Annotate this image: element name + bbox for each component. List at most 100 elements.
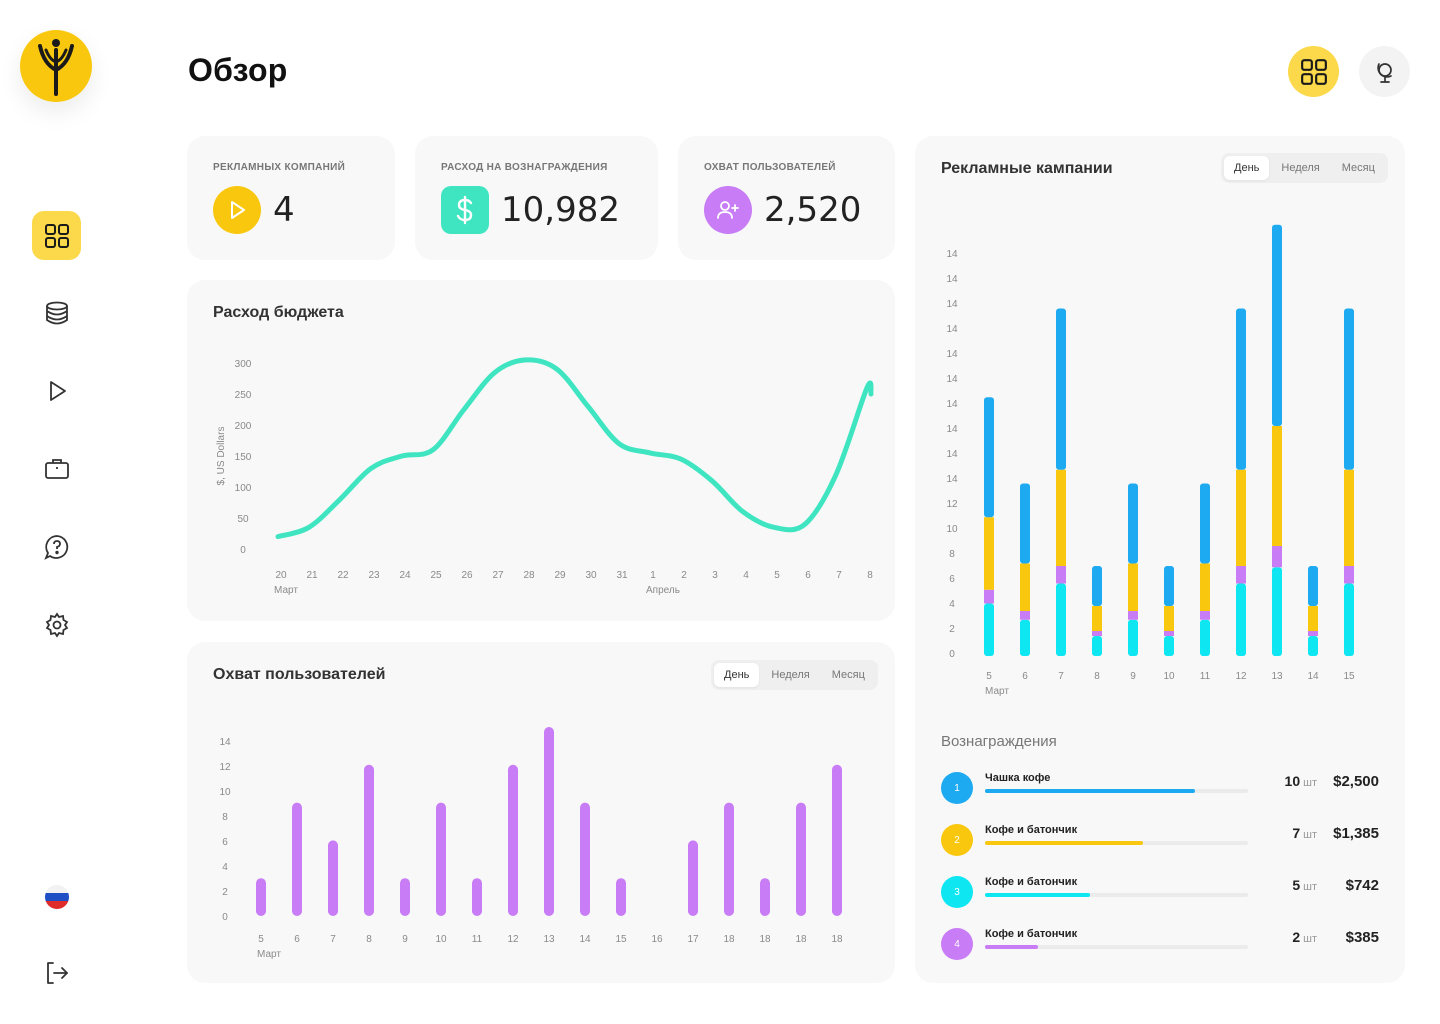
rank-badge: 3 <box>941 876 973 908</box>
reach-bar <box>796 802 806 916</box>
month-label: Март <box>985 686 1009 697</box>
stat-value: 4 <box>273 190 295 230</box>
y-tick-label: 300 <box>235 359 252 370</box>
y-tick-label: 14 <box>946 299 958 310</box>
briefcase-icon <box>44 458 69 479</box>
reward-row[interactable]: 2 Кофе и батончик 7 шт $1,385 <box>941 824 1381 858</box>
stat-label: расход на вознаграждения <box>441 162 608 173</box>
campaign-bar-segment <box>1344 566 1354 584</box>
x-tick-label: 18 <box>723 934 735 945</box>
reach-chart-card: Охват пользователей День Неделя Месяц 14… <box>187 642 895 983</box>
month-label: Апрель <box>646 585 680 596</box>
x-tick-label: 29 <box>554 570 566 581</box>
reward-row[interactable]: 1 Чашка кофе 10 шт $2,500 <box>941 772 1381 806</box>
x-tick-label: 2 <box>681 570 687 581</box>
language-switch[interactable] <box>32 872 81 921</box>
campaign-bar-segment <box>1020 619 1030 656</box>
reward-progress-fill <box>985 893 1091 897</box>
y-tick-label: 4 <box>222 862 228 873</box>
campaign-bar-segment <box>1056 308 1066 470</box>
x-tick-label: 6 <box>805 570 811 581</box>
x-tick-label: 13 <box>543 934 555 945</box>
x-tick-label: 11 <box>472 934 483 945</box>
reward-qty: 5 шт <box>1292 877 1317 893</box>
budget-chart-card: Расход бюджета 300 250 200 150 100 50 0 $, US D… <box>187 280 895 621</box>
sidebar-item-overview[interactable] <box>32 211 81 260</box>
campaign-bar-segment <box>1128 611 1138 620</box>
campaign-bar-segment <box>1020 483 1030 564</box>
reward-price: $1,385 <box>1333 825 1379 842</box>
x-tick-label: 14 <box>1307 671 1319 682</box>
reach-bar <box>508 764 518 916</box>
x-tick-label: 26 <box>461 570 473 581</box>
globe-button[interactable] <box>1359 46 1410 97</box>
x-tick-label: 24 <box>399 570 411 581</box>
x-tick-label: 9 <box>1130 671 1136 682</box>
y-tick-label: 14 <box>946 374 958 385</box>
x-tick-label: 8 <box>366 934 372 945</box>
x-tick-label: 20 <box>275 570 287 581</box>
reward-row[interactable]: 3 Кофе и батончик 5 шт $742 <box>941 876 1381 910</box>
y-tick-label: 2 <box>222 887 228 898</box>
y-tick-label: 150 <box>235 452 252 463</box>
y-tick-label: 6 <box>949 574 955 585</box>
campaign-bar-segment <box>1308 631 1318 636</box>
y-tick-label: 14 <box>946 399 958 410</box>
x-tick-label: 7 <box>330 934 336 945</box>
reward-qty: 7 шт <box>1292 825 1317 841</box>
sidebar-item-campaigns[interactable] <box>32 366 81 415</box>
y-tick-label: 14 <box>219 737 231 748</box>
x-tick-label: 16 <box>651 934 663 945</box>
gear-icon <box>45 611 68 638</box>
x-tick-label: 31 <box>616 570 628 581</box>
reach-bar <box>760 878 770 916</box>
stat-card-rewards-spend: расход на вознаграждения 10,982 <box>415 136 658 260</box>
grid-icon <box>1300 58 1327 85</box>
rank-badge: 1 <box>941 772 973 804</box>
y-tick-label: 14 <box>946 274 958 285</box>
y-tick-label: 14 <box>946 349 958 360</box>
rank-badge: 2 <box>941 824 973 856</box>
campaign-bar-segment <box>1200 611 1210 620</box>
reward-progress-fill <box>985 789 1196 793</box>
reward-name: Чашка кофе <box>985 772 1051 784</box>
campaign-bar-segment <box>984 603 994 656</box>
russia-flag-icon <box>44 884 69 909</box>
y-tick-label: 250 <box>235 390 252 401</box>
campaign-bar-segment <box>1272 546 1282 568</box>
sidebar-item-support[interactable] <box>32 522 81 571</box>
tree-logo-icon <box>38 39 74 96</box>
sidebar-item-database[interactable] <box>32 288 81 337</box>
sidebar-item-portfolio[interactable] <box>32 444 81 493</box>
x-tick-label: 18 <box>759 934 771 945</box>
reward-qty: 10 шт <box>1284 773 1317 789</box>
dashboard-view-button[interactable] <box>1288 46 1339 97</box>
x-tick-label: 10 <box>1163 671 1175 682</box>
campaign-bar-segment <box>1344 308 1354 470</box>
campaign-bar-segment <box>1236 583 1246 656</box>
y-tick-label: 10 <box>946 524 958 535</box>
campaign-bar-segment <box>1092 631 1102 636</box>
x-tick-label: 4 <box>743 570 749 581</box>
campaign-bar-segment <box>1344 469 1354 566</box>
reward-progress-fill <box>985 945 1038 949</box>
logout-button[interactable] <box>32 948 81 997</box>
x-tick-label: 30 <box>585 570 597 581</box>
x-tick-label: 18 <box>795 934 807 945</box>
y-tick-label: 14 <box>946 449 958 460</box>
stat-label: рекламных компаний <box>213 162 346 173</box>
reach-bar <box>364 764 374 916</box>
y-tick-label: 50 <box>237 514 249 525</box>
reach-bar <box>688 840 698 916</box>
y-tick-label: 12 <box>219 762 231 773</box>
sidebar-item-settings[interactable] <box>32 600 81 649</box>
x-tick-label: 23 <box>368 570 380 581</box>
month-label: Март <box>274 585 298 596</box>
globe-icon <box>1376 62 1392 83</box>
x-tick-label: 15 <box>615 934 627 945</box>
y-tick-label: 14 <box>946 474 958 485</box>
tree-logo[interactable] <box>20 30 92 102</box>
reward-row[interactable]: 4 Кофе и батончик 2 шт $385 <box>941 928 1381 962</box>
campaign-bar-segment <box>1236 566 1246 584</box>
campaign-bar-segment <box>1308 636 1318 656</box>
